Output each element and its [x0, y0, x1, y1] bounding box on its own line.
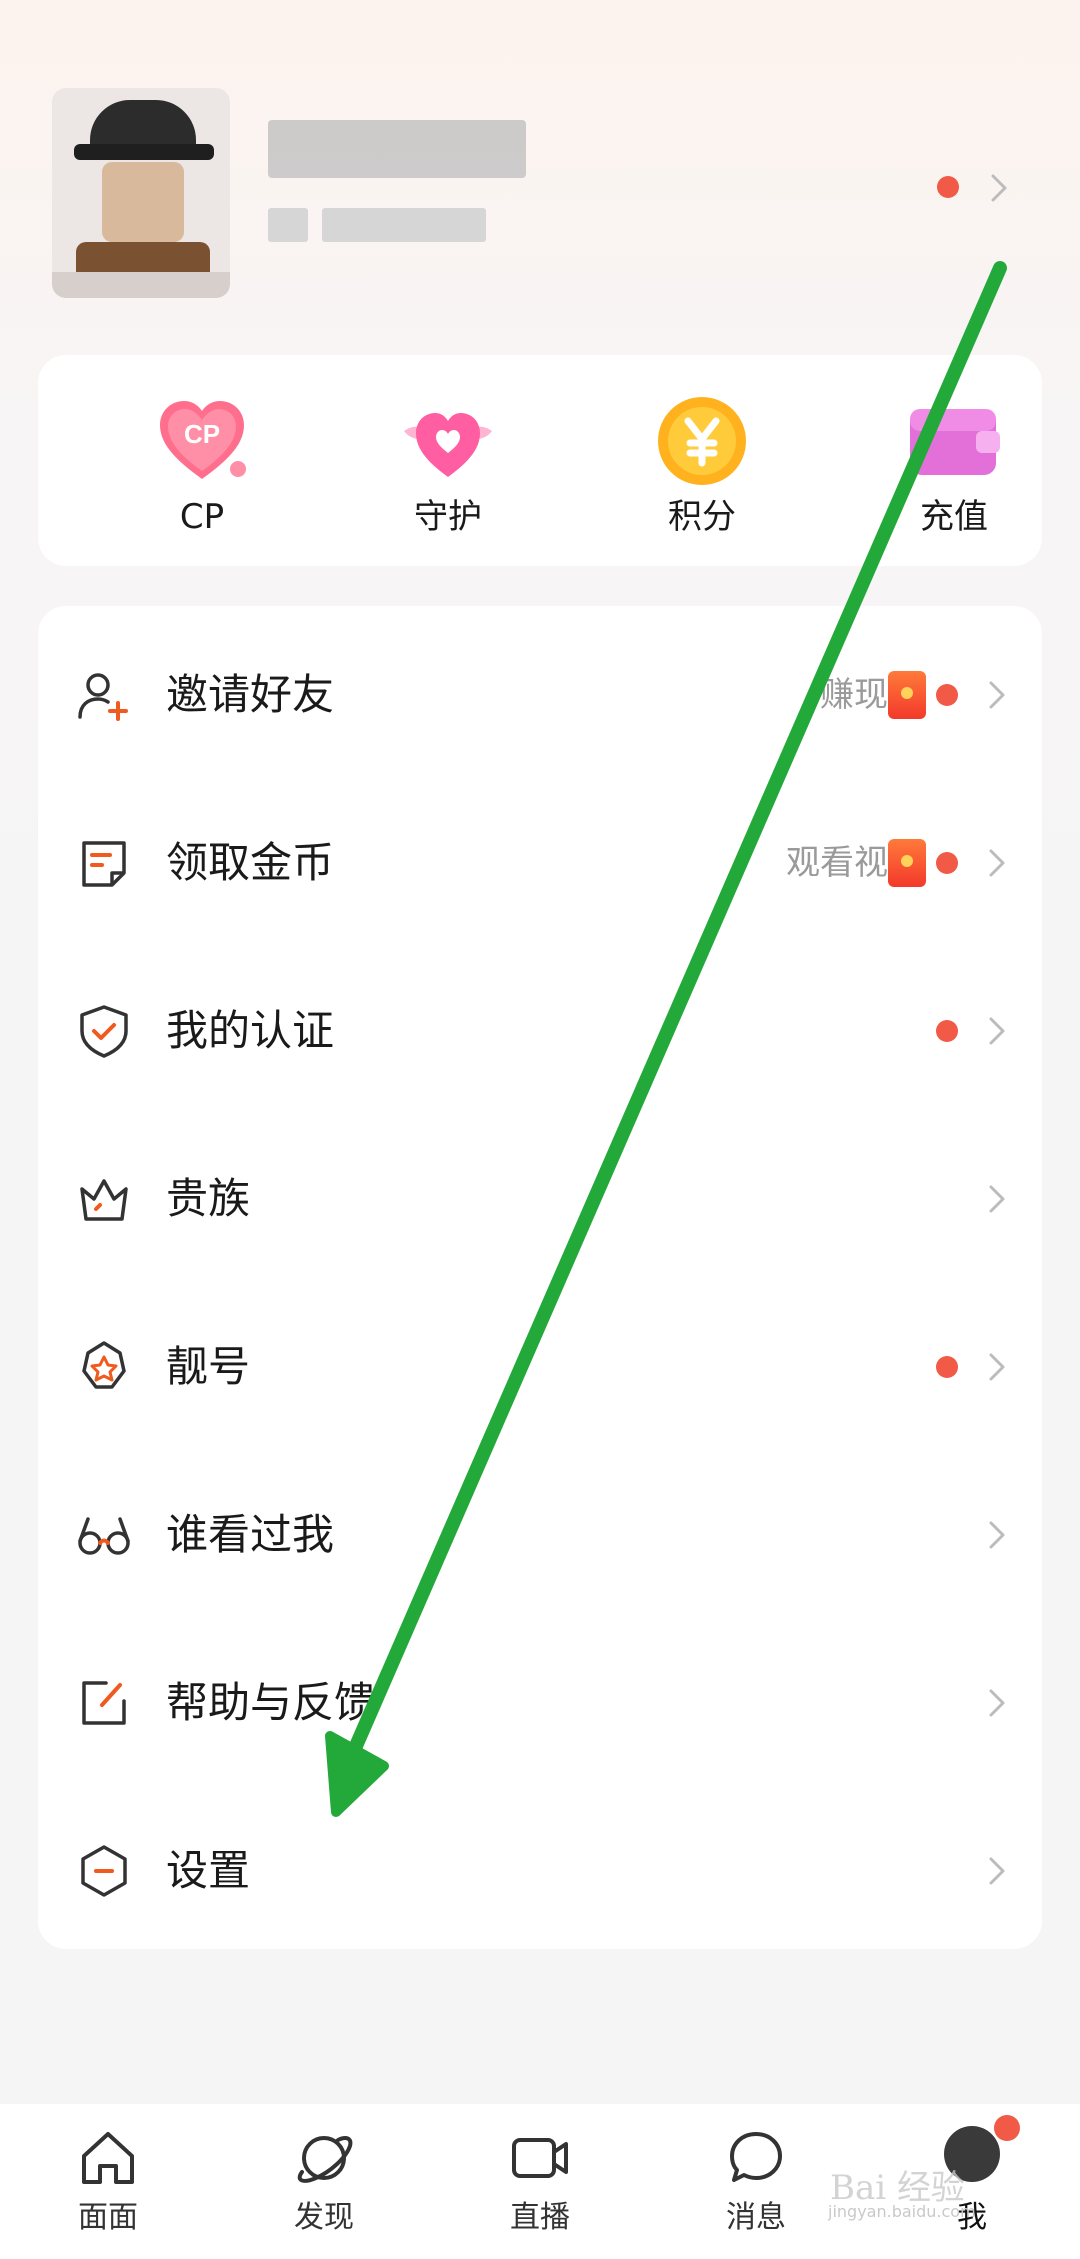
menu-item-label: 靓号: [166, 1342, 251, 1391]
blurred-id-prefix: [268, 208, 308, 242]
nav-tab-label: 直播: [510, 2200, 570, 2235]
nav-tab-home[interactable]: 面面: [38, 2104, 178, 2259]
quick-action-points[interactable]: 积分: [622, 355, 782, 566]
red-packet-icon: [888, 671, 926, 719]
quick-action-label: 积分: [668, 497, 736, 537]
quick-action-recharge[interactable]: 充值: [874, 355, 1034, 566]
quick-action-label: CP: [179, 497, 225, 537]
nav-tab-live[interactable]: 直播: [470, 2104, 610, 2259]
nav-tab-label: 发现: [294, 2200, 354, 2235]
chevron-right-icon: [982, 843, 1012, 883]
chat-bubble-icon: [724, 2126, 788, 2190]
profile-header[interactable]: [0, 0, 1080, 340]
cp-heart-icon: CP: [154, 393, 250, 489]
yuan-coin-icon: [654, 393, 750, 489]
menu-item-label: 我的认证: [166, 1006, 335, 1055]
blurred-username: [268, 120, 526, 178]
chevron-right-icon: [982, 675, 1012, 715]
edit-icon: [74, 1673, 134, 1733]
chevron-right-icon: [982, 1011, 1012, 1051]
nav-tab-label: 消息: [726, 2200, 786, 2235]
chevron-right-icon[interactable]: [984, 168, 1014, 208]
red-packet-icon: [888, 839, 926, 887]
planet-icon: [292, 2126, 356, 2190]
menu-item-label: 设置: [166, 1846, 251, 1895]
menu-item-nobility[interactable]: 贵族: [38, 1115, 1042, 1283]
video-camera-icon: [508, 2126, 572, 2190]
chevron-right-icon: [982, 1851, 1012, 1891]
glasses-icon: [74, 1505, 134, 1565]
notification-dot: [936, 852, 958, 874]
home-icon: [76, 2126, 140, 2190]
menu-list-card: 邀请好友 赚现金 领取金币 观看视频 我的认证 贵族 靓号 谁看过我 帮助与反馈…: [38, 606, 1042, 1949]
menu-item-label: 帮助与反馈: [166, 1678, 377, 1727]
user-avatar[interactable]: [52, 88, 230, 298]
menu-item-my-verification[interactable]: 我的认证: [38, 947, 1042, 1115]
nav-tab-label: 面面: [78, 2200, 138, 2235]
avatar-bottom-shade: [52, 272, 230, 298]
notification-dot: [936, 1020, 958, 1042]
quick-actions-card: CP CP 守护 积分 充值: [38, 355, 1042, 566]
shield-check-icon: [74, 1001, 134, 1061]
chevron-right-icon: [982, 1347, 1012, 1387]
add-user-icon: [74, 665, 134, 725]
menu-item-settings[interactable]: 设置: [38, 1787, 1042, 1955]
chevron-right-icon: [982, 1515, 1012, 1555]
profile-notification-dot: [937, 176, 959, 198]
avatar-hat-brim: [74, 144, 214, 160]
wallet-icon: [906, 393, 1002, 489]
menu-item-who-viewed-me[interactable]: 谁看过我: [38, 1451, 1042, 1619]
menu-item-label: 贵族: [166, 1174, 251, 1223]
quick-action-label: 守护: [414, 497, 482, 537]
menu-item-label: 领取金币: [166, 838, 335, 887]
svg-text:CP: CP: [184, 419, 220, 449]
chevron-right-icon: [982, 1179, 1012, 1219]
blurred-user-id: [322, 208, 486, 242]
hexagon-settings-icon: [74, 1841, 134, 1901]
nav-me-notification-dot: [994, 2115, 1020, 2141]
avatar-face: [102, 162, 184, 242]
chevron-right-icon: [982, 1683, 1012, 1723]
star-badge-icon: [74, 1337, 134, 1397]
nav-tab-discover[interactable]: 发现: [254, 2104, 394, 2259]
nav-tab-messages[interactable]: 消息: [686, 2104, 826, 2259]
quick-action-guard[interactable]: 守护: [368, 355, 528, 566]
menu-item-help-feedback[interactable]: 帮助与反馈: [38, 1619, 1042, 1787]
quick-action-label: 充值: [920, 497, 988, 537]
quick-action-cp[interactable]: CP CP: [122, 355, 282, 566]
notification-dot: [936, 1356, 958, 1378]
menu-item-collect-coins[interactable]: 领取金币 观看视频: [38, 779, 1042, 947]
menu-item-premium-id[interactable]: 靓号: [38, 1283, 1042, 1451]
menu-item-label: 邀请好友: [166, 670, 335, 719]
watermark-url: jingyan.baidu.com: [828, 2202, 976, 2221]
notification-dot: [936, 684, 958, 706]
crown-icon: [74, 1169, 134, 1229]
menu-item-invite-friends[interactable]: 邀请好友 赚现金: [38, 611, 1042, 779]
winged-heart-icon: [400, 393, 496, 489]
menu-item-label: 谁看过我: [166, 1510, 335, 1559]
note-icon: [74, 833, 134, 893]
